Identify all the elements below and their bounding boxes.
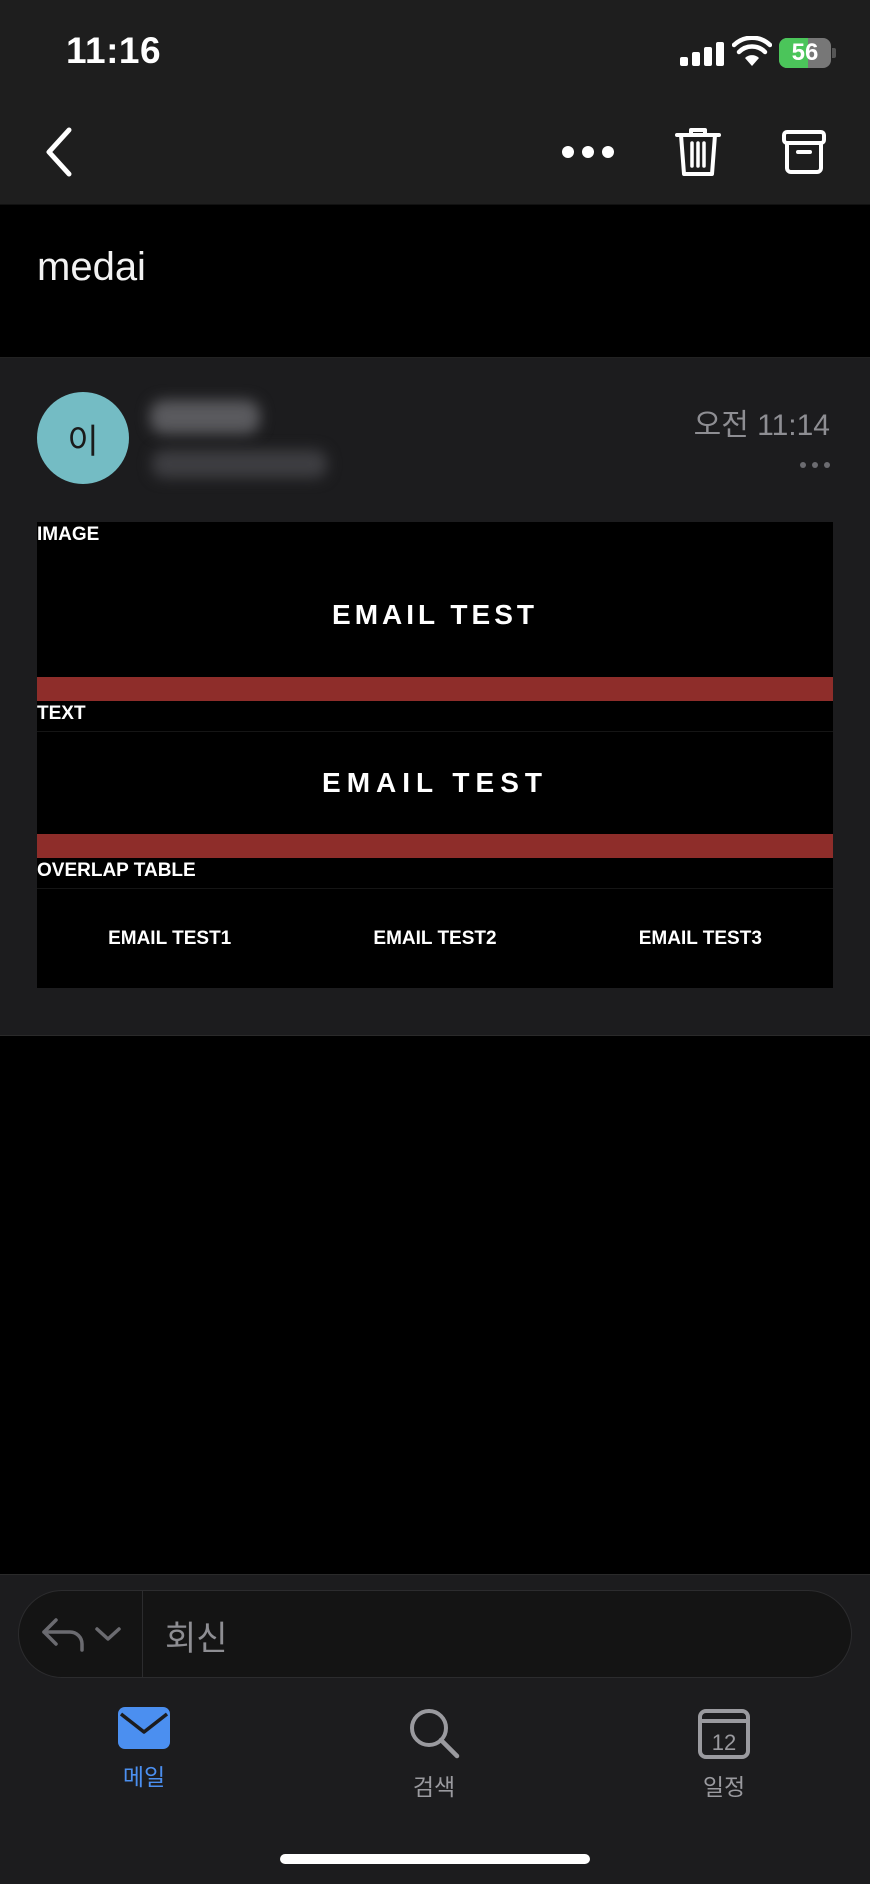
red-divider xyxy=(37,834,833,858)
chevron-left-icon xyxy=(46,127,72,177)
reply-field[interactable]: 회신 xyxy=(18,1590,852,1678)
cellular-signal-icon xyxy=(680,42,724,66)
more-horizontal-icon xyxy=(562,146,614,158)
overlap-table: EMAIL TEST1 EMAIL TEST2 EMAIL TEST3 xyxy=(37,888,833,988)
tab-search-label: 검색 xyxy=(412,1774,456,1800)
search-icon xyxy=(410,1709,460,1759)
calendar-day: 12 xyxy=(712,1730,736,1755)
tab-calendar[interactable]: 12 일정 xyxy=(644,1706,804,1802)
delete-button[interactable] xyxy=(666,120,730,184)
section-label-text: TEXT xyxy=(37,703,86,724)
trash-icon xyxy=(675,128,721,176)
status-time: 11:16 xyxy=(66,30,162,71)
wifi-icon xyxy=(732,36,772,66)
chevron-down-icon xyxy=(94,1627,121,1641)
sender-name-redacted[interactable] xyxy=(150,400,260,434)
overlap-cell-3: EMAIL TEST3 xyxy=(638,927,762,949)
more-horizontal-icon[interactable] xyxy=(800,462,830,468)
section-label-overlap: OVERLAP TABLE xyxy=(37,860,196,881)
text-banner: EMAIL TEST xyxy=(37,731,833,834)
email-body: IMAGE EMAIL TEST TEXT EMAIL TEST OVERLAP… xyxy=(37,522,833,988)
tab-search[interactable]: 검색 xyxy=(354,1706,514,1802)
reply-options-button[interactable] xyxy=(19,1591,143,1677)
overlap-cell-1: EMAIL TEST1 xyxy=(108,927,232,949)
subject-area: medai xyxy=(0,205,870,358)
more-button[interactable] xyxy=(556,120,620,184)
email-subject: medai xyxy=(37,245,146,289)
reply-area: 회신 xyxy=(0,1574,870,1684)
battery-cap xyxy=(832,48,836,58)
section-label-image: IMAGE xyxy=(37,524,100,545)
archive-button[interactable] xyxy=(772,120,836,184)
tab-calendar-label: 일정 xyxy=(702,1774,746,1800)
archive-icon xyxy=(782,130,826,174)
mail-icon xyxy=(118,1707,170,1749)
back-button[interactable] xyxy=(30,120,86,184)
toolbar xyxy=(0,100,870,205)
battery-percent: 56 xyxy=(791,39,819,66)
reply-placeholder[interactable]: 회신 xyxy=(165,1611,228,1660)
message-card: 이 오전 11:14 IMAGE EMAIL TEST TEXT EMAIL T… xyxy=(0,358,870,1036)
image-banner: EMAIL TEST xyxy=(332,598,538,630)
tab-mail[interactable]: 메일 xyxy=(64,1706,224,1792)
overlap-cell-2: EMAIL TEST2 xyxy=(373,927,497,949)
sender-address-redacted[interactable] xyxy=(152,450,327,478)
red-divider xyxy=(37,677,833,701)
avatar[interactable]: 이 xyxy=(37,392,129,484)
reply-icon xyxy=(41,1618,84,1652)
message-time: 오전 11:14 xyxy=(693,409,830,442)
status-bar: 11:16 56 xyxy=(0,0,870,100)
home-indicator xyxy=(280,1854,590,1864)
battery-charging-icon: 56 xyxy=(779,38,831,68)
tab-mail-label: 메일 xyxy=(122,1764,166,1790)
calendar-icon: 12 xyxy=(698,1709,750,1759)
